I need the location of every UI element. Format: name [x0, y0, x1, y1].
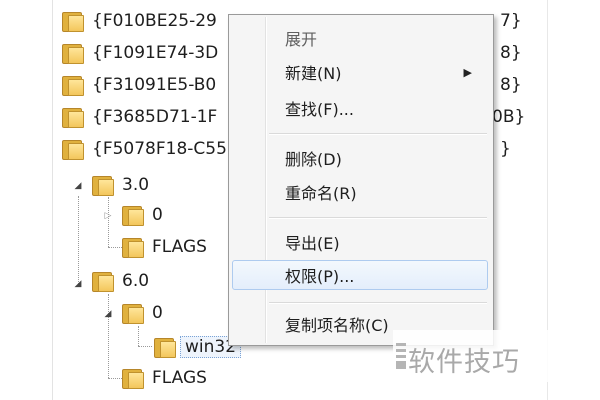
tree-connector [78, 196, 79, 284]
tree-left-border [52, 0, 53, 400]
tree-node-label[interactable]: 0 [152, 205, 163, 225]
tree-key-row[interactable]: {F31091E5-B0 [62, 70, 216, 100]
tree-node-6-0[interactable]: 6.0 [92, 266, 149, 296]
folder-icon [62, 139, 84, 160]
menu-item-label: 展开 [285, 30, 318, 49]
menu-separator-highlight [269, 134, 487, 135]
menu-item-new[interactable]: 新建(N) ▶ [232, 57, 488, 87]
tree-key-label-tail: 8} [500, 43, 522, 63]
folder-icon [62, 75, 84, 96]
tree-key-label[interactable]: {F5078F18-C55 [92, 139, 227, 159]
menu-item-find[interactable]: 查找(F)... [232, 93, 488, 123]
tree-node-3-0-flags[interactable]: FLAGS [122, 232, 207, 262]
folder-icon [92, 271, 114, 292]
expanded-arrow-icon[interactable]: ◢ [72, 180, 84, 192]
menu-item-expand[interactable]: 展开 [232, 23, 488, 53]
tree-connector [108, 197, 109, 247]
tree-node-label[interactable]: FLAGS [152, 237, 207, 257]
menu-separator-highlight [269, 218, 487, 219]
folder-icon [92, 175, 114, 196]
menu-item-delete[interactable]: 删除(D) [232, 143, 488, 173]
tree-key-row-tail: 8} [500, 70, 522, 100]
tree-connector [138, 326, 139, 346]
menu-item-label: 权限(P)... [285, 267, 355, 286]
submenu-arrow-icon: ▶ [463, 65, 472, 79]
menu-item-label: 导出(E) [285, 234, 340, 253]
tree-key-label[interactable]: {F010BE25-29 [92, 11, 217, 31]
tree-key-label-tail: 0B} [492, 107, 526, 127]
collapsed-arrow-icon[interactable]: ▷ [102, 210, 114, 222]
tree-node-3-0-0[interactable]: 0 [122, 200, 163, 230]
tree-node-6-0-flags[interactable]: FLAGS [122, 363, 207, 393]
tree-node-label[interactable]: FLAGS [152, 368, 207, 388]
menu-item-label: 查找(F)... [285, 100, 354, 119]
tree-key-label-tail: 8} [500, 75, 522, 95]
folder-icon [122, 368, 144, 389]
watermark-text: 软件技巧 [408, 347, 520, 378]
folder-icon [62, 11, 84, 32]
menu-item-permissions[interactable]: 权限(P)... [232, 260, 488, 290]
tree-node-3-0[interactable]: 3.0 [92, 170, 149, 200]
tree-key-label[interactable]: {F31091E5-B0 [92, 75, 216, 95]
menu-item-rename[interactable]: 重命名(R) [232, 177, 488, 207]
tree-connector [108, 247, 122, 248]
tree-key-row[interactable]: {F5078F18-C55 [62, 134, 227, 164]
context-menu: 展开 新建(N) ▶ 查找(F)... 删除(D) 重命名(R) 导出(E) 权… [228, 14, 494, 346]
tree-key-row-tail: 0B} [492, 102, 525, 132]
tree-key-label-tail: } [500, 139, 511, 159]
menu-item-label: 重命名(R) [285, 184, 357, 203]
tree-key-row-tail: } [500, 134, 511, 164]
folder-icon [154, 337, 176, 358]
folder-icon [122, 205, 144, 226]
tree-key-row-tail: 7} [500, 6, 522, 36]
menu-item-label: 复制项名称(C) [285, 316, 389, 335]
expanded-arrow-icon[interactable]: ◢ [102, 308, 114, 320]
tree-key-label[interactable]: {F1091E74-3D [92, 43, 218, 63]
tree-node-6-0-0[interactable]: 0 [122, 298, 163, 328]
tree-connector [108, 378, 122, 379]
tree-key-label-tail: 7} [500, 11, 522, 31]
menu-item-export[interactable]: 导出(E) [232, 227, 488, 257]
folder-icon [62, 107, 84, 128]
menu-separator-highlight [269, 303, 487, 304]
tree-node-label[interactable]: 6.0 [122, 271, 149, 291]
tree-key-row[interactable]: {F3685D71-1F [62, 102, 217, 132]
tree-key-row[interactable]: {F010BE25-29 [62, 6, 217, 36]
tree-node-label[interactable]: 0 [152, 303, 163, 323]
menu-item-label: 新建(N) [285, 64, 342, 83]
tree-node-label[interactable]: 3.0 [122, 175, 149, 195]
tree-connector [138, 346, 152, 347]
watermark-logo [396, 343, 408, 369]
folder-icon [62, 43, 84, 64]
folder-icon [122, 303, 144, 324]
tree-key-row[interactable]: {F1091E74-3D [62, 38, 218, 68]
tree-key-row-tail: 8} [500, 38, 522, 68]
tree-connector [108, 294, 109, 378]
expanded-arrow-icon[interactable]: ◢ [72, 278, 84, 290]
tree-key-label[interactable]: {F3685D71-1F [92, 107, 217, 127]
folder-icon [122, 237, 144, 258]
menu-item-label: 删除(D) [285, 150, 342, 169]
